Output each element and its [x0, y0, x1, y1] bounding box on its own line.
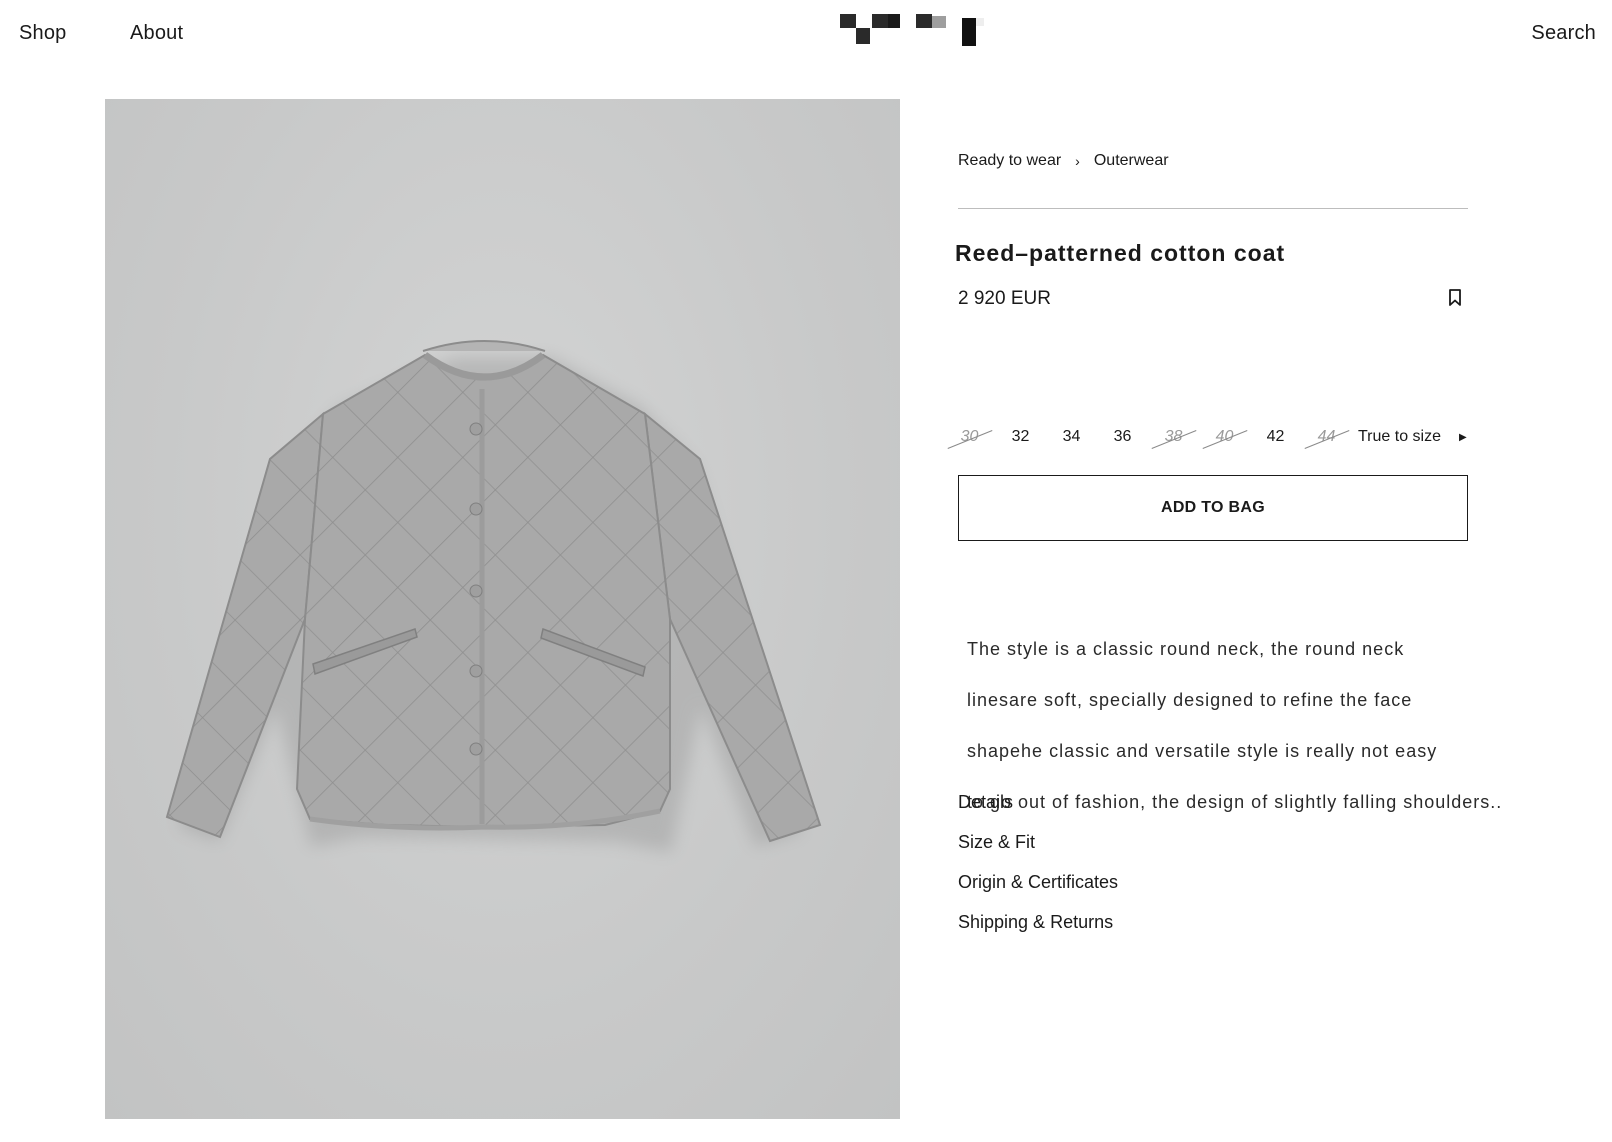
size-option-38[interactable]: 38	[1148, 428, 1199, 446]
size-option-30[interactable]: 30	[944, 428, 995, 446]
accordion-size-fit[interactable]: Size & Fit	[958, 830, 1118, 870]
product-accordion: Details Size & Fit Origin & Certificates…	[958, 790, 1118, 950]
product-price: 2 920 EUR	[958, 288, 1051, 309]
play-arrow-icon[interactable]: ▶	[1459, 432, 1467, 443]
accordion-origin-certificates[interactable]: Origin & Certificates	[958, 870, 1118, 910]
divider	[958, 208, 1468, 209]
description-line: The style is a classic round neck, the r…	[967, 638, 1405, 659]
bookmark-icon[interactable]	[1448, 289, 1462, 307]
product-title: Reed–patterned cotton coat	[955, 240, 1286, 266]
description-line: shapehe classic and versatile style is r…	[967, 740, 1438, 761]
fit-note[interactable]: True to size	[1358, 428, 1441, 446]
description-line: linesare soft, specially designed to ref…	[967, 689, 1413, 710]
add-to-bag-button[interactable]: ADD TO BAG	[958, 475, 1468, 541]
size-option-40[interactable]: 40	[1199, 428, 1250, 446]
size-option-36[interactable]: 36	[1097, 428, 1148, 446]
breadcrumb-ready-to-wear[interactable]: Ready to wear	[958, 152, 1061, 170]
nav-shop-link[interactable]: Shop	[19, 22, 67, 45]
nav-about-link[interactable]: About	[130, 22, 183, 45]
size-option-34[interactable]: 34	[1046, 428, 1097, 446]
chevron-right-icon: ›	[1075, 153, 1080, 169]
accordion-details[interactable]: Details	[958, 790, 1118, 830]
size-option-44[interactable]: 44	[1301, 428, 1352, 446]
product-image[interactable]	[105, 99, 900, 1119]
size-selector: 30 32 34 36 38 40 42 44 True to size ▶	[944, 424, 1467, 450]
size-option-42[interactable]: 42	[1250, 428, 1301, 446]
size-option-32[interactable]: 32	[995, 428, 1046, 446]
product-info-panel: Ready to wear › Outerwear Reed–patterned…	[955, 0, 1558, 1142]
quilted-jacket-photo	[165, 340, 822, 852]
accordion-shipping-returns[interactable]: Shipping & Returns	[958, 910, 1118, 950]
breadcrumb: Ready to wear › Outerwear	[958, 152, 1169, 170]
breadcrumb-outerwear[interactable]: Outerwear	[1094, 152, 1169, 170]
